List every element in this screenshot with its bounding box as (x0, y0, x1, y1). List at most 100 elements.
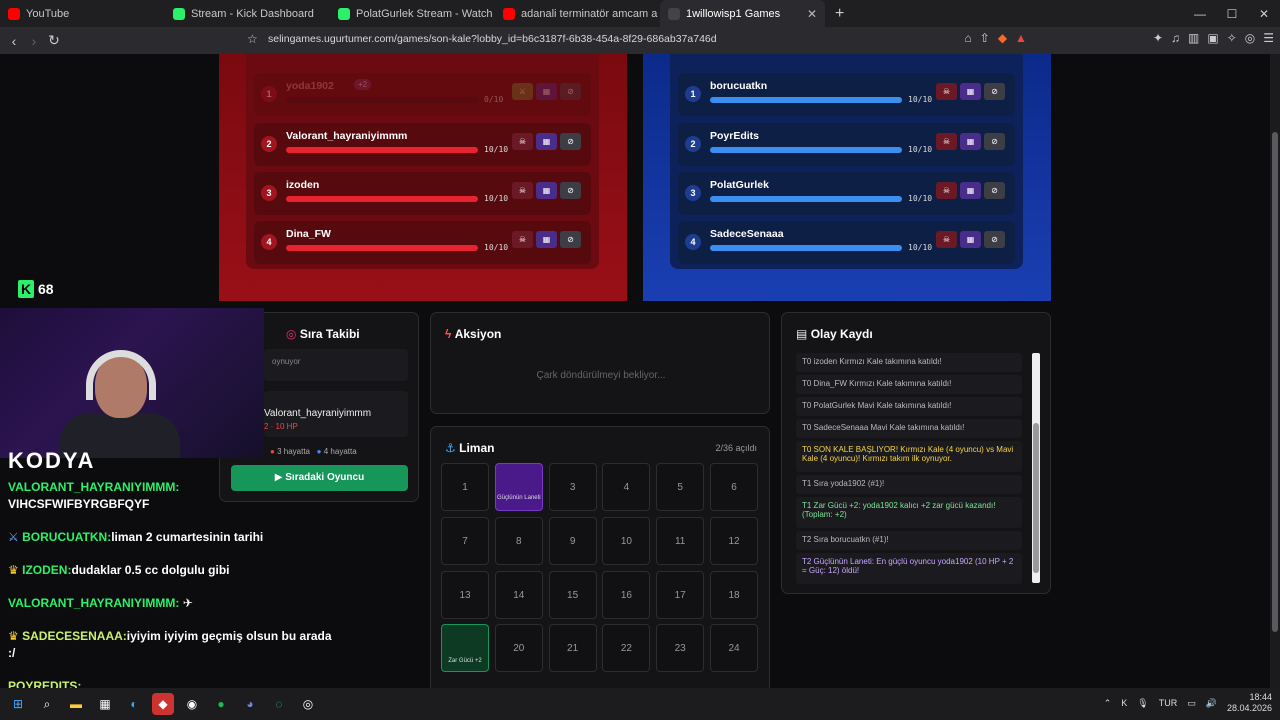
back-icon[interactable]: ‹ (4, 33, 24, 49)
kick-tray-icon[interactable]: K (1121, 698, 1127, 708)
block-button[interactable]: ⊘ (560, 133, 581, 150)
chevron-up-icon[interactable]: ⌃ (1104, 698, 1112, 709)
block-button[interactable]: ⊘ (984, 133, 1005, 150)
hp-bar (286, 245, 478, 251)
extensions-icon[interactable]: ✦ (1153, 31, 1163, 45)
forward-icon[interactable]: › (24, 33, 44, 49)
log-entry: T1 Sıra yoda1902 (#1)! (796, 475, 1022, 494)
rewards-icon[interactable]: ▲ (1015, 31, 1027, 45)
block-button[interactable]: ⊘ (560, 231, 581, 248)
network-icon[interactable]: ▭ (1187, 698, 1196, 709)
harbor-tile[interactable]: 16 (602, 570, 651, 619)
harbor-tile[interactable]: 14 (494, 570, 543, 619)
file-explorer-icon[interactable]: ▬ (65, 693, 87, 715)
card-button[interactable]: ▦ (960, 133, 981, 150)
menu-icon[interactable]: ☰ (1263, 31, 1274, 45)
red-castle-panel: 1 yoda1902 +2 0/10 ⚔ ▦ ⊘ 2 Valorant_hayran… (219, 54, 627, 301)
harbor-tile[interactable]: 7 (441, 516, 489, 565)
block-button[interactable]: ⊘ (984, 231, 1005, 248)
harbor-tile[interactable]: 18 (710, 570, 758, 619)
reload-icon[interactable]: ↻ (44, 32, 64, 49)
harbor-tile[interactable]: 10 (602, 516, 651, 565)
card-button[interactable]: ▦ (960, 231, 981, 248)
close-window-icon[interactable]: ✕ (1248, 7, 1280, 21)
minimize-icon[interactable]: — (1184, 7, 1216, 21)
card-button[interactable]: ▦ (960, 83, 981, 100)
harbor-tile[interactable]: 1 (441, 463, 489, 511)
card-button[interactable]: ▦ (536, 182, 557, 199)
harbor-tile[interactable]: 4 (602, 463, 651, 511)
tab-youtube[interactable]: YouTube (0, 0, 165, 27)
url-field[interactable]: selingames.ugurtumer.com/games/son-kale?… (268, 33, 717, 45)
spotify-icon[interactable]: ● (210, 693, 232, 715)
harbor-tile[interactable]: 22 (602, 624, 651, 673)
block-button[interactable]: ⊘ (984, 83, 1005, 100)
skull-button[interactable]: ☠ (936, 83, 957, 100)
harbor-tile[interactable]: 21 (548, 624, 597, 673)
harbor-tile[interactable]: 5 (656, 463, 705, 511)
harbor-tile[interactable]: 9 (548, 516, 597, 565)
mic-icon[interactable]: 🎙 (1137, 698, 1148, 709)
harbor-tile[interactable]: 15 (548, 570, 597, 619)
sidebar-icon[interactable]: ▥ (1188, 31, 1199, 45)
leo-icon[interactable]: ✧ (1227, 31, 1237, 45)
share-icon[interactable]: ⇧ (980, 31, 990, 45)
media-icon[interactable]: ♫ (1171, 31, 1180, 45)
harbor-tile[interactable]: 11 (656, 516, 705, 565)
steam-icon[interactable]: ◉ (181, 693, 203, 715)
whatsapp-icon[interactable]: ◌ (268, 693, 290, 715)
wallet-icon[interactable]: ▣ (1207, 31, 1218, 45)
shield-icon[interactable]: ◆ (998, 31, 1007, 45)
harbor-tile[interactable]: 23 (656, 624, 705, 673)
harbor-tile[interactable]: 13 (441, 570, 489, 619)
tab-kick-dashboard[interactable]: Stream - Kick Dashboard (165, 0, 330, 27)
skull-button[interactable]: ☠ (936, 182, 957, 199)
harbor-tile[interactable]: 6 (710, 463, 758, 511)
brave-icon[interactable]: ◆ (152, 693, 174, 715)
harbor-tile[interactable]: Zar Gücü +2 (441, 624, 489, 673)
player-row: 2 Valorant_hayraniyimmm 10/10 ☠ ▦ ⊘ (254, 123, 591, 166)
start-icon[interactable]: ⊞ (7, 693, 29, 715)
game-icon (668, 7, 680, 20)
edge-icon[interactable]: ◐ (123, 693, 145, 715)
maximize-icon[interactable]: ☐ (1216, 7, 1248, 21)
action-card: ϟ Aksiyon Çark döndürülmeyi bekliyor... (430, 312, 770, 414)
address-toolbar: ‹ › ↻ ☆ selingames.ugurtumer.com/games/s… (0, 27, 1280, 54)
harbor-tile[interactable]: 20 (494, 624, 543, 673)
harbor-tile[interactable]: Güçlünün Laneti (494, 463, 543, 511)
search-icon[interactable]: ⌕ (36, 693, 58, 715)
log-scrollbar[interactable] (1032, 353, 1040, 583)
bookmark-icon[interactable]: ☆ (247, 32, 258, 46)
skull-button[interactable]: ☠ (512, 182, 533, 199)
tab-polatgurlek-stream[interactable]: PolatGurlek Stream - Watch Live on K (330, 0, 495, 27)
translate-icon[interactable]: ⌂ (965, 31, 972, 45)
close-tab-icon[interactable]: ✕ (807, 7, 817, 21)
tab-youtube-video[interactable]: adanali terminatör amcam a dondurm (495, 0, 660, 27)
card-button[interactable]: ▦ (536, 231, 557, 248)
card-button[interactable]: ▦ (536, 133, 557, 150)
harbor-tile[interactable]: 17 (656, 570, 705, 619)
harbor-tile[interactable]: 24 (710, 624, 758, 673)
attack-button[interactable]: ⚔ (512, 83, 533, 100)
harbor-tile[interactable]: 12 (710, 516, 758, 565)
harbor-tile[interactable]: 3 (548, 463, 597, 511)
clock[interactable]: 18:44 28.04.2026 (1227, 692, 1272, 714)
card-button[interactable]: ▦ (960, 182, 981, 199)
block-button[interactable]: ⊘ (984, 182, 1005, 199)
new-tab-button[interactable]: + (825, 5, 854, 23)
volume-icon[interactable]: 🔊 (1206, 698, 1217, 709)
skull-button[interactable]: ☠ (512, 231, 533, 248)
skull-button[interactable]: ☠ (512, 133, 533, 150)
vpn-icon[interactable]: ◎ (1245, 31, 1255, 45)
skull-button[interactable]: ☠ (936, 133, 957, 150)
block-button[interactable]: ⊘ (560, 83, 581, 100)
page-scrollbar[interactable] (1270, 54, 1280, 688)
skull-button[interactable]: ☠ (936, 231, 957, 248)
block-button[interactable]: ⊘ (560, 182, 581, 199)
discord-icon[interactable]: ◕ (239, 693, 261, 715)
obs-icon[interactable]: ◎ (297, 693, 319, 715)
card-button[interactable]: ▦ (536, 83, 557, 100)
harbor-tile[interactable]: 8 (494, 516, 543, 565)
tab-games[interactable]: 1willowisp1 Games ✕ (660, 0, 825, 27)
store-icon[interactable]: ▦ (94, 693, 116, 715)
